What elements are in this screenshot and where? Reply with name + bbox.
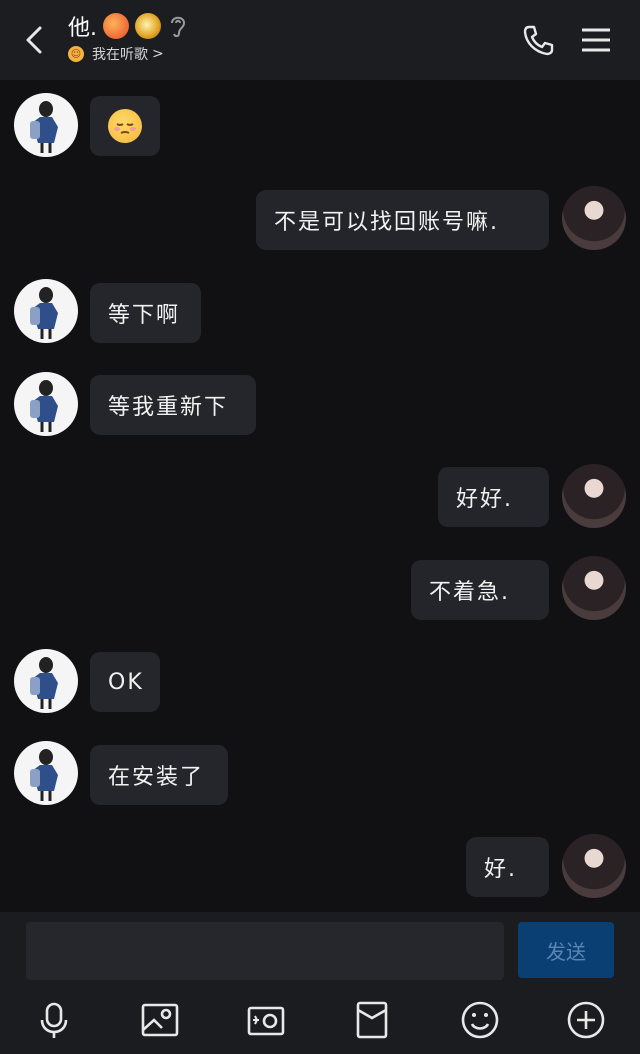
message-bubble[interactable]: 等我重新下 [90,375,256,435]
contact-avatar[interactable] [14,279,78,343]
image-icon[interactable] [140,1000,180,1040]
microphone-icon[interactable] [34,1000,74,1040]
status-text: 我在听歌 [92,47,148,63]
send-button[interactable]: 发送 [518,922,614,978]
gift-envelope-icon[interactable] [352,1000,392,1040]
self-avatar[interactable] [562,464,626,528]
status-line[interactable]: ☺ 我在听歌 > [68,44,189,64]
back-arrow-icon[interactable] [18,22,54,58]
ear-icon [171,16,186,38]
message-bubble[interactable]: 好好. [438,467,549,527]
message-bubble[interactable]: 不着急. [411,560,549,620]
message-bubble[interactable]: OK [90,652,160,712]
message-bubble[interactable]: 等下啊 [90,283,201,343]
message-input[interactable] [26,922,504,980]
message-bubble[interactable] [90,96,160,156]
contact-avatar[interactable] [14,372,78,436]
contact-name: 他. [68,16,97,41]
self-avatar[interactable] [562,834,626,898]
message-bubble[interactable]: 不是可以找回账号嘛. [256,190,549,250]
chevron-right-icon: > [152,46,164,62]
fire-badge-icon [103,13,129,39]
camera-icon[interactable] [246,1000,286,1040]
contact-avatar[interactable] [14,649,78,713]
message-bubble[interactable]: 好. [466,837,549,897]
message-list[interactable]: 不是可以找回账号嘛. 等下啊 等我重新下 好好. 不着急. OK 在安装了 好. [0,80,640,912]
emoji-icon[interactable] [460,1000,500,1040]
menu-icon[interactable] [578,24,614,56]
chat-header: 他. ☺ 我在听歌 > [0,0,640,80]
add-icon[interactable] [566,1000,606,1040]
gold-medal-icon [135,13,161,39]
smile-emoji-icon: ☺ [68,46,84,62]
message-bubble[interactable]: 在安装了 [90,745,228,805]
phone-call-icon[interactable] [520,22,556,58]
pensive-emoji-icon [108,109,142,143]
composer-bar: 发送 [0,912,640,1054]
contact-info[interactable]: 他. ☺ 我在听歌 > [68,10,189,64]
self-avatar[interactable] [562,556,626,620]
self-avatar[interactable] [562,186,626,250]
contact-avatar[interactable] [14,741,78,805]
contact-avatar[interactable] [14,93,78,157]
